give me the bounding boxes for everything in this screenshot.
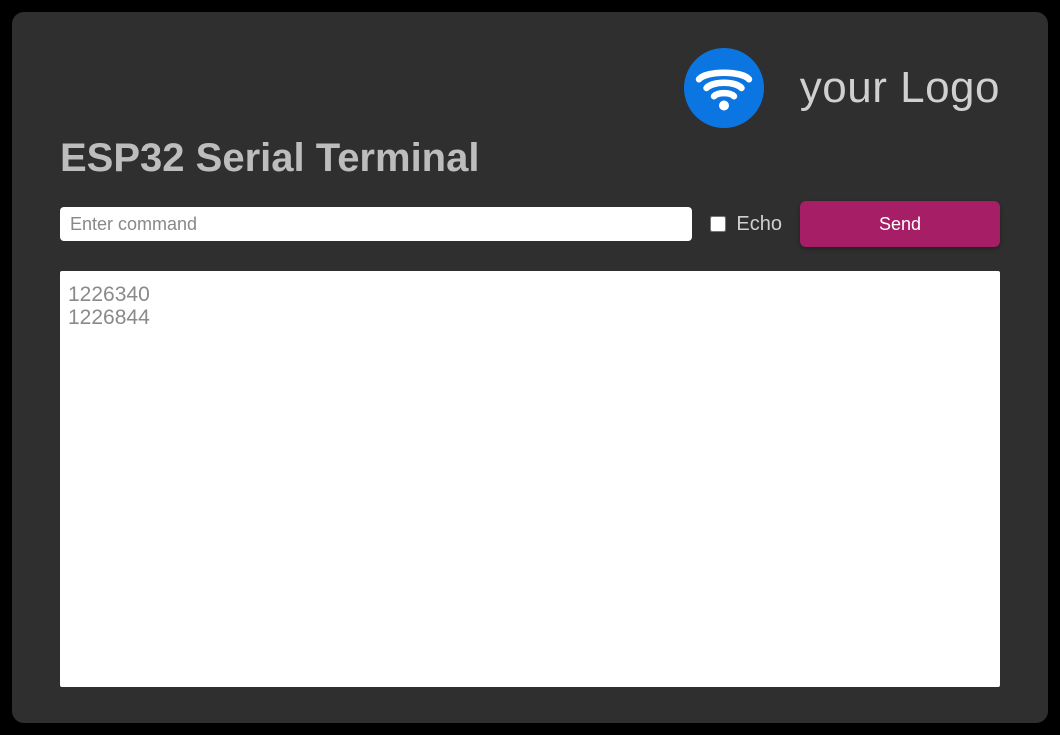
header: your Logo	[60, 48, 1000, 128]
wifi-icon	[684, 48, 764, 128]
command-input[interactable]	[60, 207, 692, 241]
terminal-output[interactable]: 1226340 1226844	[60, 271, 1000, 687]
logo-text: your Logo	[800, 63, 1000, 113]
echo-toggle[interactable]: Echo	[710, 213, 782, 236]
echo-checkbox[interactable]	[710, 216, 726, 232]
main-panel: your Logo ESP32 Serial Terminal Echo Sen…	[12, 12, 1048, 723]
send-button[interactable]: Send	[800, 201, 1000, 247]
echo-label: Echo	[736, 213, 782, 236]
page-title: ESP32 Serial Terminal	[60, 136, 1000, 181]
controls-row: Echo Send	[60, 201, 1000, 247]
